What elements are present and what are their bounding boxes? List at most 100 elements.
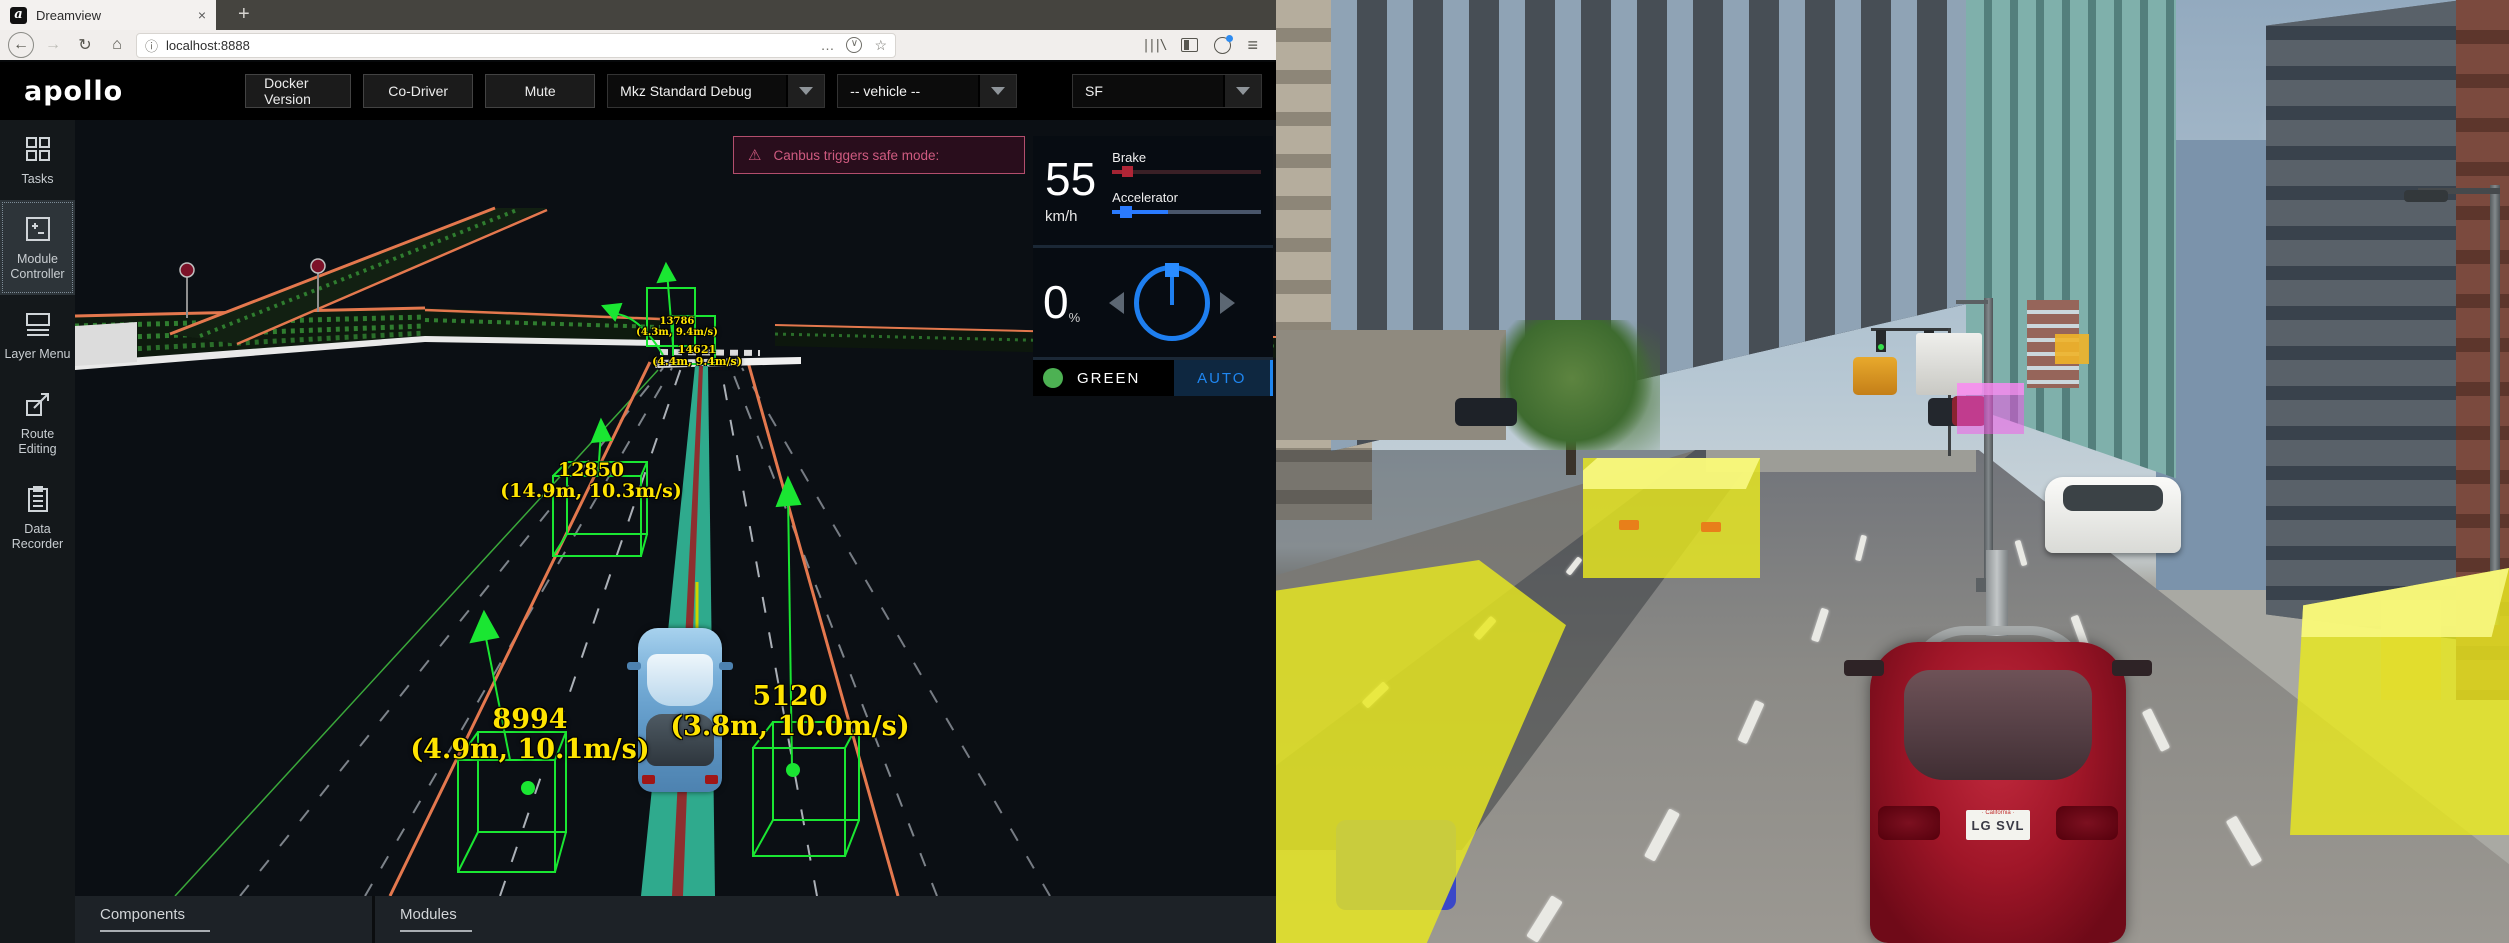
site-info-icon[interactable]: ⓘ: [145, 36, 158, 55]
dreamview-sidebar: Tasks Module Controller Layer Menu Route…: [0, 120, 75, 943]
side-mirror: [2112, 660, 2152, 676]
auto-mode-button[interactable]: AUTO: [1173, 360, 1273, 396]
back-icon[interactable]: ←: [8, 32, 34, 58]
setup-mode-select[interactable]: Mkz Standard Debug: [607, 74, 826, 108]
forward-icon[interactable]: →: [40, 32, 66, 58]
docker-version-button[interactable]: Docker Version: [245, 74, 352, 108]
steering-value: 0: [1043, 276, 1069, 329]
apollo-favicon-icon: a: [10, 6, 27, 24]
route-editing-icon: [25, 392, 49, 416]
school-bus: [1853, 357, 1897, 395]
steering-panel: 0%: [1033, 248, 1273, 360]
lamp-pole: [1984, 298, 1993, 583]
reload-icon[interactable]: ↻: [72, 32, 98, 58]
steering-wheel-icon: [1133, 262, 1210, 341]
obstacle-label: 8994 (4.9m, 10.1m/s): [410, 704, 650, 765]
steering-unit: %: [1068, 310, 1081, 326]
sidebar-item-label: Data Recorder: [11, 521, 64, 552]
obstacle-box-magenta: [1957, 383, 2024, 434]
sidebar-item-layer-menu[interactable]: Layer Menu: [0, 295, 75, 375]
tasks-grid-icon: [25, 137, 50, 161]
bookmark-star-icon[interactable]: ☆: [874, 37, 887, 54]
sidebar-item-label: Layer Menu: [4, 346, 71, 361]
steer-left-icon: [1108, 291, 1124, 314]
street-lamp-head: [2404, 190, 2448, 202]
obstacle-label: 5120 (3.8m, 10.0m/s): [670, 681, 910, 742]
dreamview-3d-canvas[interactable]: 8994 (4.9m, 10.1m/s) 5120 (3.8m, 10.0m/s) …: [75, 120, 1276, 896]
white-sedan: [2045, 477, 2181, 553]
lamp-arm: [1956, 300, 1988, 304]
mute-button[interactable]: Mute: [485, 74, 596, 108]
traffic-light-panel: GREEN AUTO: [1033, 360, 1273, 396]
chevron-down-icon[interactable]: [786, 75, 825, 107]
map-select[interactable]: SF: [1072, 74, 1262, 108]
chevron-down-icon[interactable]: [978, 75, 1017, 107]
traffic-light-green-icon: [1043, 368, 1063, 388]
apollo-logo: apollo: [24, 75, 124, 107]
home-icon[interactable]: ⌂: [104, 32, 130, 58]
library-icon[interactable]: |||\: [1142, 38, 1167, 53]
page-actions-icon[interactable]: …: [820, 37, 834, 54]
green-light: [1878, 344, 1884, 350]
simulator-viewport[interactable]: · California · LG SVL: [1276, 0, 2509, 943]
chevron-down-icon[interactable]: [1223, 75, 1261, 107]
warning-banner: ⚠ Canbus triggers safe mode:: [733, 136, 1025, 174]
obstacle-box-orange: [2055, 334, 2089, 364]
accelerator-slider: [1112, 206, 1261, 218]
accelerator-label: Accelerator: [1112, 190, 1178, 205]
vehicle-value: -- vehicle --: [850, 83, 921, 99]
tab-modules[interactable]: Modules: [375, 896, 715, 943]
street-lamp-pole: [2490, 185, 2500, 625]
sidebar-item-label: Route Editing: [18, 426, 57, 457]
obstacle-box-yellow: [1583, 458, 1760, 578]
browser-tab-bar: a Dreamview × +: [0, 0, 1276, 30]
data-recorder-icon: [27, 485, 48, 512]
taillight: [1878, 806, 1940, 840]
screen: a Dreamview × + ← → ↻ ⌂ ⓘ localhost:8888…: [0, 0, 2509, 943]
speed-value: 55: [1045, 153, 1097, 205]
new-tab-button[interactable]: +: [230, 3, 258, 30]
obstacle-box-yellow: [2290, 568, 2509, 835]
tab-title: Dreamview: [36, 7, 102, 23]
module-controller-icon: [25, 216, 50, 241]
browser-nav-bar: ← → ↻ ⌂ ⓘ localhost:8888 … ∨ ☆ |||\ ≡: [0, 30, 1276, 62]
vehicle-select[interactable]: -- vehicle --: [837, 74, 1018, 108]
hamburger-menu-icon[interactable]: ≡: [1247, 35, 1258, 56]
brake-slider: [1112, 166, 1261, 177]
taillight: [2056, 806, 2118, 840]
warning-icon: ⚠: [748, 147, 762, 164]
building-right-gray: [2266, 0, 2462, 640]
sensor-mast: [1986, 550, 2008, 636]
url-bar[interactable]: ⓘ localhost:8888 … ∨ ☆: [136, 32, 896, 58]
co-driver-button[interactable]: Co-Driver: [363, 74, 474, 108]
sidebar-item-label: Tasks: [21, 172, 54, 186]
sidebar-item-label: Module Controller: [10, 251, 65, 282]
traffic-light-label: GREEN: [1077, 369, 1141, 387]
steer-right-icon: [1219, 291, 1235, 314]
vehicle-dashboard: 55 km/h Brake Accelerator 0% GREEN AUTO: [1033, 136, 1273, 396]
sidebar-item-data-recorder[interactable]: Data Recorder: [0, 470, 75, 565]
speed-panel: 55 km/h Brake Accelerator: [1033, 136, 1273, 248]
sidebar-item-route-editing[interactable]: Route Editing: [0, 375, 75, 470]
pocket-icon[interactable]: ∨: [846, 36, 863, 53]
url-text[interactable]: localhost:8888: [166, 38, 812, 53]
speed-unit: km/h: [1045, 208, 1078, 225]
layers-icon: [25, 312, 50, 336]
obstacle-label: 13786 (4.3m, 9.4m/s): [636, 316, 718, 338]
dreamview-header: apollo Docker Version Co-Driver Mute Mkz…: [0, 62, 1276, 120]
license-plate: · California · LG SVL: [1966, 810, 2030, 840]
console-panel: Components Modules: [75, 896, 1276, 943]
account-icon[interactable]: [1214, 34, 1234, 54]
brake-label: Brake: [1112, 150, 1147, 165]
obstacle-label: 12850 (14.9m, 10.3m/s): [500, 459, 682, 502]
tab-close-icon[interactable]: ×: [198, 7, 206, 23]
sidebar-item-module-controller[interactable]: Module Controller: [0, 199, 75, 295]
building-teal-tower: [1966, 0, 2176, 479]
map-value: SF: [1085, 83, 1103, 99]
tab-components[interactable]: Components: [75, 896, 375, 943]
side-mirror: [1844, 660, 1884, 676]
sidebar-item-tasks[interactable]: Tasks: [0, 120, 75, 200]
browser-tab-dreamview[interactable]: a Dreamview ×: [0, 0, 216, 30]
setup-mode-value: Mkz Standard Debug: [620, 83, 752, 99]
sidebars-icon[interactable]: [1181, 38, 1199, 52]
